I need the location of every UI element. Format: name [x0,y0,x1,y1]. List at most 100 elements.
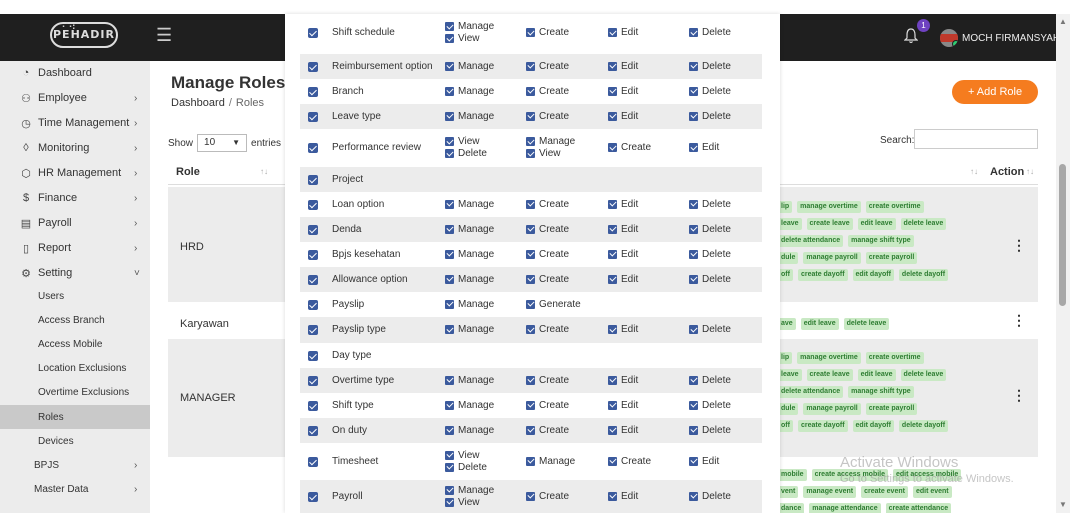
permission-row-checkbox[interactable] [308,491,318,502]
permission-option-checkbox[interactable]: Delete [689,199,731,210]
permission-option-checkbox[interactable]: Delete [445,148,487,159]
user-menu[interactable]: MOCH FIRMANSYAH ˅ [962,33,1069,44]
sidebar-item-bpjs[interactable]: BPJS › [0,453,150,477]
permission-row-checkbox[interactable] [308,325,318,335]
sidebar-sub-location-exclusions[interactable]: Location Exclusions [0,356,150,380]
permission-row-checkbox[interactable] [308,400,318,411]
permission-option-checkbox[interactable]: Create [608,456,651,467]
permission-option-checkbox[interactable]: Manage [445,21,494,32]
permission-option-checkbox[interactable]: Edit [608,400,638,411]
permission-option-checkbox[interactable]: Edit [608,86,638,97]
sidebar-item-setting[interactable]: ⚙ Setting ˅ [0,261,150,285]
permission-option-checkbox[interactable]: Create [526,491,569,502]
permission-option-checkbox[interactable]: Create [526,199,569,210]
permission-option-checkbox[interactable]: Edit [608,491,638,502]
permission-row-checkbox[interactable] [308,143,318,153]
permission-row-checkbox[interactable] [308,299,318,310]
permission-option-checkbox[interactable]: Create [526,224,569,235]
permission-row-checkbox[interactable] [308,61,318,72]
search-input[interactable] [914,129,1038,149]
app-logo[interactable]: ·˙·: PEHADIR [50,22,118,48]
row-actions-menu-icon[interactable]: ⋮ [1012,312,1026,329]
permission-option-checkbox[interactable]: Manage [445,274,494,285]
permission-option-checkbox[interactable]: Edit [608,375,638,386]
permission-option-checkbox[interactable]: Delete [689,400,731,411]
sidebar-item-hr-management[interactable]: ⬡ HR Management › [0,161,150,185]
permission-option-checkbox[interactable]: View [445,33,480,44]
permission-row-checkbox[interactable] [308,86,318,97]
permission-option-checkbox[interactable]: Manage [445,86,494,97]
permission-option-checkbox[interactable]: Edit [608,111,638,122]
permission-option-checkbox[interactable]: Manage [445,400,494,411]
sidebar-item-employee[interactable]: ⚇ Employee › [0,86,150,110]
permission-option-checkbox[interactable]: Manage [445,199,494,210]
permission-option-checkbox[interactable]: Create [526,324,569,335]
permission-row-checkbox[interactable] [308,274,318,285]
sidebar-item-monitoring[interactable]: ◊ Monitoring › [0,136,150,160]
breadcrumb-root[interactable]: Dashboard [171,97,225,109]
sidebar-sub-access-mobile[interactable]: Access Mobile [0,332,150,356]
sort-icon[interactable]: ↑↓ [970,167,978,176]
permission-option-checkbox[interactable]: Edit [608,27,638,38]
permission-option-checkbox[interactable]: View [445,136,480,147]
permission-option-checkbox[interactable]: Delete [689,324,731,335]
permission-row-checkbox[interactable] [308,249,318,260]
permission-option-checkbox[interactable]: View [445,450,480,461]
scroll-up-arrow-icon[interactable]: ▲ [1059,17,1067,26]
permission-row-checkbox[interactable] [308,28,318,38]
entries-select[interactable]: 10 ▼ [197,134,248,152]
row-actions-menu-icon[interactable]: ⋮ [1012,387,1026,404]
page-scrollbar[interactable]: ▲ ▼ [1056,14,1070,513]
sidebar-item-time-management[interactable]: ◷ Time Management › [0,111,150,135]
permission-option-checkbox[interactable]: Manage [445,375,494,386]
permission-option-checkbox[interactable]: Create [526,400,569,411]
sidebar-item-report[interactable]: ▯ Report › [0,236,150,260]
sidebar-sub-devices[interactable]: Devices [0,429,150,453]
permission-option-checkbox[interactable]: Manage [445,111,494,122]
row-actions-menu-icon[interactable]: ⋮ [1012,237,1026,254]
permission-option-checkbox[interactable]: Delete [689,224,731,235]
column-header-role[interactable]: Role [176,166,200,178]
permission-option-checkbox[interactable]: Create [526,425,569,436]
permission-option-checkbox[interactable]: Manage [445,61,494,72]
permission-option-checkbox[interactable]: Delete [689,375,731,386]
permission-option-checkbox[interactable]: Edit [608,199,638,210]
sort-icon[interactable]: ↑↓ [260,167,268,176]
permission-option-checkbox[interactable]: Edit [608,249,638,260]
permission-row-checkbox[interactable] [308,199,318,210]
permission-option-checkbox[interactable]: Delete [689,86,731,97]
permission-option-checkbox[interactable]: Manage [445,324,494,335]
permission-option-checkbox[interactable]: Generate [526,299,581,310]
permission-option-checkbox[interactable]: View [526,148,561,159]
permission-option-checkbox[interactable]: Manage [445,425,494,436]
sidebar-item-master-data[interactable]: Master Data › [0,477,150,501]
permission-option-checkbox[interactable]: Manage [445,485,494,496]
sidebar-item-dashboard[interactable]: ◔ Dashboard [0,61,150,85]
permission-option-checkbox[interactable]: Create [526,249,569,260]
permission-row-checkbox[interactable] [308,224,318,235]
permission-option-checkbox[interactable]: Create [526,86,569,97]
permission-option-checkbox[interactable]: Create [608,142,651,153]
permission-row-checkbox[interactable] [308,375,318,386]
add-role-button[interactable]: + Add Role [952,80,1038,104]
permission-option-checkbox[interactable]: Create [526,274,569,285]
permission-option-checkbox[interactable]: Create [526,111,569,122]
permission-option-checkbox[interactable]: Delete [689,249,731,260]
permission-option-checkbox[interactable]: Delete [689,27,731,38]
permission-row-checkbox[interactable] [308,111,318,122]
sidebar-item-payroll[interactable]: ▤ Payroll › [0,211,150,235]
scroll-down-arrow-icon[interactable]: ▼ [1059,500,1067,509]
permission-option-checkbox[interactable]: Delete [445,462,487,473]
permission-option-checkbox[interactable]: Manage [445,249,494,260]
permission-option-checkbox[interactable]: Delete [689,61,731,72]
permission-option-checkbox[interactable]: Edit [689,456,719,467]
column-header-action[interactable]: Action [990,166,1024,178]
permission-row-checkbox[interactable] [308,456,318,467]
sort-icon[interactable]: ↑↓ [1026,167,1034,176]
permission-option-checkbox[interactable]: Create [526,375,569,386]
permission-option-checkbox[interactable]: View [445,497,480,508]
scrollbar-thumb[interactable] [1059,164,1066,306]
permission-option-checkbox[interactable]: Manage [445,224,494,235]
bell-icon[interactable] [904,28,918,44]
permission-option-checkbox[interactable]: Manage [445,299,494,310]
